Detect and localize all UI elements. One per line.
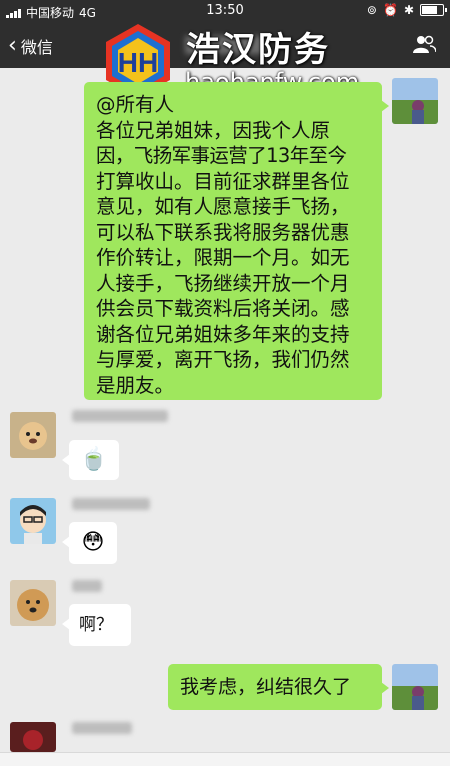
landscape-avatar-image <box>392 78 438 124</box>
sender-avatar[interactable] <box>10 722 56 752</box>
sender-avatar[interactable] <box>10 580 56 626</box>
svg-text:HH: HH <box>118 47 158 78</box>
back-button[interactable]: ‹ 微信 <box>8 34 53 58</box>
sender-name-blurred <box>72 580 102 592</box>
landscape-avatar-image <box>392 664 438 710</box>
flower-avatar-image <box>10 722 56 752</box>
input-bar[interactable] <box>0 752 450 766</box>
emoji-sticker: 🍵 <box>80 447 108 472</box>
message-bubble-incoming[interactable]: 😳 <box>62 522 117 564</box>
my-avatar[interactable] <box>392 664 438 710</box>
lock-rotation-icon: ⊚ <box>366 3 377 17</box>
watermark-title: 浩汉防务 <box>186 30 330 70</box>
message-line: 打算收山。目前征求群里各位 <box>96 169 350 193</box>
dog-avatar-image <box>10 412 56 458</box>
message-bubble-incoming[interactable]: 啊？ <box>62 604 131 646</box>
back-label: 微信 <box>20 38 53 57</box>
alarm-icon: ⏰ <box>382 3 398 17</box>
message-text: 啊？ <box>79 615 113 635</box>
cartoon-avatar-image <box>10 498 56 544</box>
sender-name-blurred <box>72 722 132 734</box>
status-icons: ⊚ ⏰ ✱ <box>366 3 447 17</box>
battery-icon <box>420 4 447 16</box>
message-line: 可以私下联系我将服务器优惠 <box>96 220 350 244</box>
my-avatar[interactable] <box>392 78 438 124</box>
emoji-sticker: 😳 <box>81 530 105 555</box>
message-line: 作价转让，限期一个月。如无 <box>96 246 350 269</box>
chevron-left-icon: ‹ <box>8 33 17 58</box>
message-line: 意见，如有人愿意接手飞扬， <box>96 195 350 218</box>
message-line: 因，飞扬军事运营了13年至今 <box>96 144 347 167</box>
status-bar: 中国移动 4G 13:50 ⊚ ⏰ ✱ <box>0 0 450 22</box>
message-line: 供会员下载资料后将关闭。感 <box>96 297 350 320</box>
message-line: @所有人 <box>96 93 175 116</box>
message-line: 是朋友。 <box>96 373 175 397</box>
bluetooth-icon: ✱ <box>403 3 414 17</box>
sender-avatar[interactable] <box>10 498 56 544</box>
group-members-icon[interactable] <box>412 34 436 54</box>
puppy-avatar-image <box>10 580 56 626</box>
sender-name-blurred <box>72 410 168 422</box>
message-line: 与厚爱，离开飞扬，我们仍然 <box>96 348 350 371</box>
sender-avatar[interactable] <box>10 412 56 458</box>
message-bubble-incoming[interactable]: 🍵 <box>62 440 119 480</box>
message-line: 各位兄弟姐妹，因我个人原 <box>96 118 331 142</box>
message-text: 我考虑，纠结很久了 <box>180 676 352 698</box>
message-bubble-outgoing[interactable]: @所有人 各位兄弟姐妹，因我个人原 因，飞扬军事运营了13年至今 打算收山。目前… <box>84 82 389 400</box>
sender-name-blurred <box>72 498 150 510</box>
message-line: 人接手，飞扬继续开放一个月 <box>96 271 350 295</box>
message-bubble-outgoing[interactable]: 我考虑，纠结很久了 <box>168 664 389 710</box>
message-line: 谢各位兄弟姐妹多年来的支持 <box>96 322 350 346</box>
